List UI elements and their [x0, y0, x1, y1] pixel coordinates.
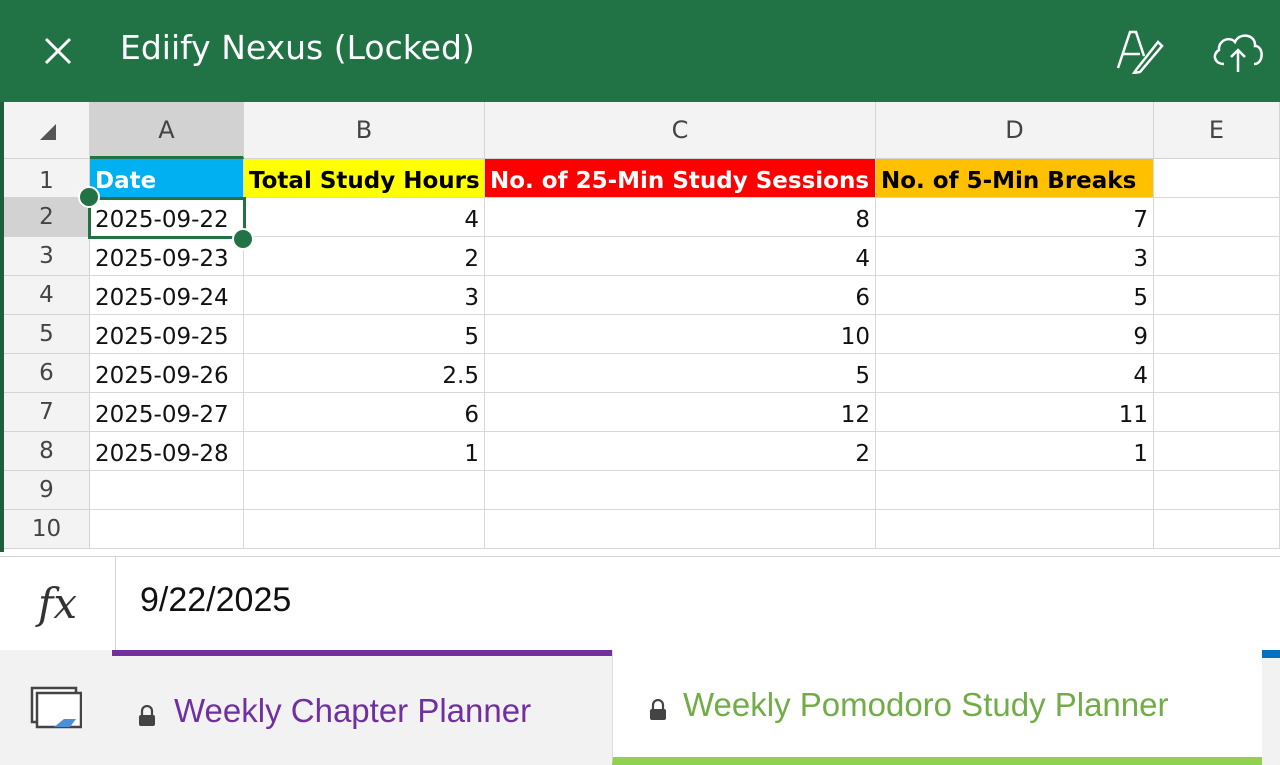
- empty-cell[interactable]: [1154, 276, 1280, 315]
- cell-date[interactable]: 2025-09-24: [90, 276, 244, 315]
- next-tab-edge[interactable]: [1262, 650, 1280, 658]
- empty-cell[interactable]: [1154, 198, 1280, 237]
- empty-cell[interactable]: [1154, 471, 1280, 510]
- selection-handle-top-left[interactable]: [78, 186, 100, 208]
- spreadsheet-grid[interactable]: A B C D E 1 2 3 4 5 6 7 8 9 10 Date Tota…: [4, 102, 1280, 552]
- cell-sessions[interactable]: 4: [485, 237, 876, 276]
- document-title: Ediify Nexus (Locked): [120, 28, 475, 67]
- formula-bar: fx 9/22/2025: [0, 556, 1280, 651]
- column-header-e[interactable]: E: [1154, 102, 1280, 159]
- lock-icon: [139, 705, 155, 726]
- empty-cell[interactable]: [1154, 354, 1280, 393]
- empty-cell[interactable]: [485, 471, 876, 510]
- cell-date[interactable]: 2025-09-27: [90, 393, 244, 432]
- sheets-list-button[interactable]: [0, 650, 112, 765]
- row-header-1[interactable]: 1: [4, 159, 90, 198]
- row-header-9[interactable]: 9: [4, 471, 90, 510]
- tab-weekly-pomodoro-study-planner[interactable]: Weekly Pomodoro Study Planner: [612, 650, 1262, 765]
- function-icon[interactable]: fx: [0, 557, 116, 651]
- sheets-list-icon: [30, 686, 82, 729]
- select-all-corner[interactable]: [4, 102, 90, 159]
- empty-cell[interactable]: [1154, 393, 1280, 432]
- empty-cell[interactable]: [876, 471, 1154, 510]
- header-cell-date[interactable]: Date: [90, 159, 244, 198]
- cell-sessions[interactable]: 12: [485, 393, 876, 432]
- cell-breaks[interactable]: 3: [876, 237, 1154, 276]
- row-header-7[interactable]: 7: [4, 393, 90, 432]
- selection-handle-bottom-right[interactable]: [232, 228, 254, 250]
- cell-breaks[interactable]: 1: [876, 432, 1154, 471]
- cell-breaks[interactable]: 9: [876, 315, 1154, 354]
- empty-cell[interactable]: [244, 471, 485, 510]
- row-header-4[interactable]: 4: [4, 276, 90, 315]
- row-header-5[interactable]: 5: [4, 315, 90, 354]
- cell-sessions[interactable]: 6: [485, 276, 876, 315]
- cell-sessions[interactable]: 2: [485, 432, 876, 471]
- tab-weekly-chapter-planner[interactable]: Weekly Chapter Planner: [112, 650, 612, 765]
- header-cell-total-study-hours[interactable]: Total Study Hours: [244, 159, 485, 198]
- empty-cell[interactable]: [1154, 510, 1280, 549]
- column-header-a[interactable]: A: [90, 102, 244, 159]
- cell-hours[interactable]: 6: [244, 393, 485, 432]
- cell-hours[interactable]: 1: [244, 432, 485, 471]
- draw-pen-icon[interactable]: [1114, 26, 1164, 74]
- sheet-tabs-bar: Weekly Chapter Planner Weekly Pomodoro S…: [0, 650, 1280, 765]
- empty-cell[interactable]: [1154, 432, 1280, 471]
- row-header-10[interactable]: 10: [4, 510, 90, 549]
- cell-hours[interactable]: 2.5: [244, 354, 485, 393]
- header-cell-study-sessions[interactable]: No. of 25-Min Study Sessions: [485, 159, 876, 198]
- empty-cell[interactable]: [90, 471, 244, 510]
- lock-icon: [650, 699, 666, 720]
- cell-hours[interactable]: 2: [244, 237, 485, 276]
- cell-selection-box: [88, 197, 246, 239]
- column-header-b[interactable]: B: [244, 102, 485, 159]
- empty-cell[interactable]: [244, 510, 485, 549]
- cell-breaks[interactable]: 7: [876, 198, 1154, 237]
- cell-sessions[interactable]: 5: [485, 354, 876, 393]
- empty-cell[interactable]: [485, 510, 876, 549]
- row-header-3[interactable]: 3: [4, 237, 90, 276]
- column-header-c[interactable]: C: [485, 102, 876, 159]
- select-all-icon: [40, 124, 56, 140]
- empty-cell[interactable]: [876, 510, 1154, 549]
- cell-hours[interactable]: 5: [244, 315, 485, 354]
- cell-breaks[interactable]: 5: [876, 276, 1154, 315]
- empty-cell[interactable]: [90, 510, 244, 549]
- cell-sessions[interactable]: 10: [485, 315, 876, 354]
- formula-input[interactable]: 9/22/2025: [140, 581, 291, 620]
- cell-hours[interactable]: 3: [244, 276, 485, 315]
- title-bar: Ediify Nexus (Locked): [0, 0, 1280, 102]
- cell-date[interactable]: 2025-09-26: [90, 354, 244, 393]
- cell-hours[interactable]: 4: [244, 198, 485, 237]
- cell-breaks[interactable]: 4: [876, 354, 1154, 393]
- row-header-8[interactable]: 8: [4, 432, 90, 471]
- close-icon[interactable]: [38, 31, 78, 71]
- tab-label: Weekly Pomodoro Study Planner: [683, 686, 1169, 723]
- tab-label: Weekly Chapter Planner: [174, 692, 532, 729]
- column-header-d[interactable]: D: [876, 102, 1154, 159]
- cell-date[interactable]: 2025-09-28: [90, 432, 244, 471]
- cell-date[interactable]: 2025-09-25: [90, 315, 244, 354]
- empty-cell[interactable]: [1154, 237, 1280, 276]
- cell-breaks[interactable]: 11: [876, 393, 1154, 432]
- row-header-2[interactable]: 2: [4, 198, 90, 237]
- cloud-upload-icon[interactable]: [1210, 28, 1266, 74]
- row-header-6[interactable]: 6: [4, 354, 90, 393]
- empty-cell[interactable]: [1154, 315, 1280, 354]
- empty-cell[interactable]: [1154, 159, 1280, 198]
- header-cell-breaks[interactable]: No. of 5-Min Breaks: [876, 159, 1154, 198]
- cell-sessions[interactable]: 8: [485, 198, 876, 237]
- cell-date[interactable]: 2025-09-23: [90, 237, 244, 276]
